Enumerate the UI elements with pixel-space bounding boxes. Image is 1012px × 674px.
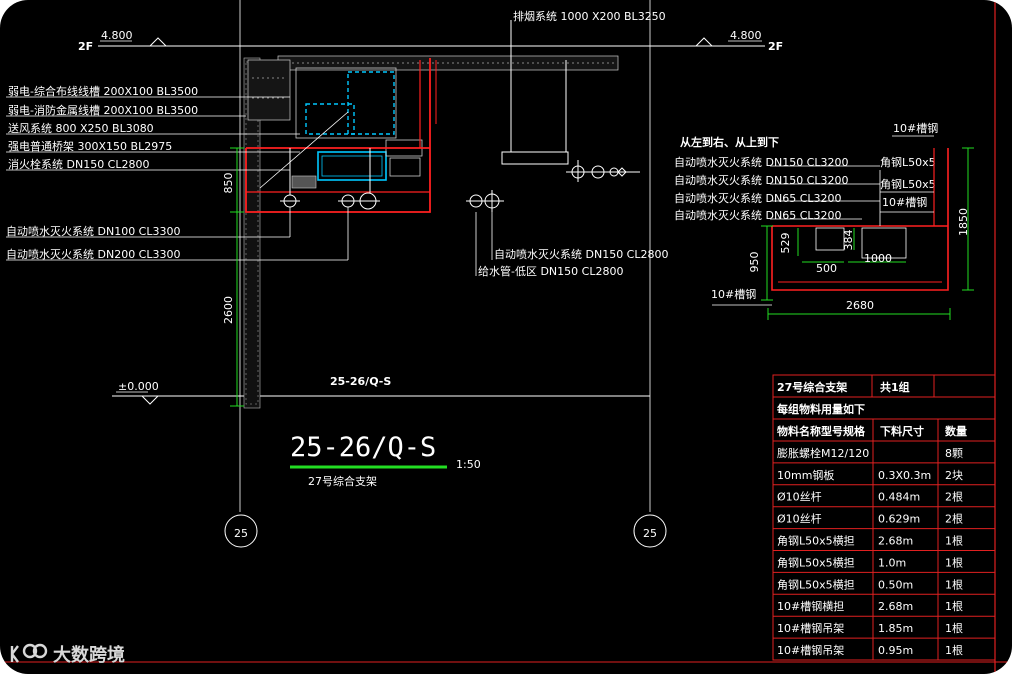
table-cell-r8-c0: 10#槽钢吊架: [777, 622, 844, 635]
dimension-2600: 2600: [222, 296, 235, 324]
table-cell-r6-c2: 1根: [945, 577, 963, 591]
dimension-500: 500: [816, 262, 837, 275]
table-cell-r4-c0: 角钢L50x5横担: [777, 534, 855, 548]
smoke-exhaust-label: 排烟系统 1000 X200 BL3250: [513, 9, 666, 23]
dimension-950: 950: [748, 252, 761, 273]
lower-left-label-2: 自动喷水灭火系统 DN200 CL3300: [6, 248, 181, 261]
section-subtitle: 27号综合支架: [308, 474, 377, 488]
lower-left-label-1: 自动喷水灭火系统 DN100 CL3300: [6, 225, 181, 238]
elevation-value-ground: ±0.000: [118, 380, 159, 393]
elevation-mark-right: 2F 4.800: [650, 29, 783, 53]
table-title: 27号综合支架: [777, 380, 847, 394]
table-cell-r3-c2: 2根: [945, 512, 963, 526]
table-cell-r5-c0: 角钢L50x5横担: [777, 555, 855, 569]
detail-label-4: 自动喷水灭火系统 DN65 CL3200: [674, 209, 842, 222]
dimension-529: 529: [779, 233, 792, 254]
table-cell-r3-c0: Ø10丝杆: [777, 512, 822, 526]
elevation-value-right: 4.800: [730, 29, 762, 42]
table-cell-r6-c0: 角钢L50x5横担: [777, 577, 855, 591]
detail-header: 从左到右、从上到下: [680, 135, 779, 149]
material-table: 膨胀螺栓M12/120 8颗 10mm钢板 0.3X0.3m 2块 Ø10丝杆 0.484m…: [772, 374, 996, 661]
table-header-size: 下料尺寸: [880, 424, 924, 438]
grid-bubble-left: 25: [224, 514, 258, 548]
left-label-2: 弱电-消防金属线槽 200X100 BL3500: [8, 103, 198, 117]
cad-canvas: 2F 4.800 2F 4.800 ±0.000 25 25 850 2600 …: [0, 0, 1012, 674]
pipe-row-right: [566, 160, 640, 182]
detail-note-channel-bottom: 10#槽钢: [711, 288, 756, 301]
elevation-mark-left: 2F 4.800: [78, 29, 650, 53]
dimension-1000: 1000: [864, 252, 892, 265]
detail-note-angle-1: 角钢L50x5: [880, 156, 936, 169]
left-label-3: 送风系统 800 X250 BL3080: [8, 121, 154, 135]
table-cell-r9-c0: 10#槽钢吊架: [777, 644, 844, 657]
table-cell-r2-c0: Ø10丝杆: [777, 490, 822, 504]
elevation-value-left: 4.800: [101, 29, 133, 42]
grid-axis-left-label: 25: [234, 527, 248, 540]
detail-label-3: 自动喷水灭火系统 DN65 CL3200: [674, 192, 842, 205]
grid-bubble-right: 25: [633, 514, 667, 548]
table-cell-r1-c0: 10mm钢板: [777, 468, 834, 482]
floor-slab: [247, 55, 619, 121]
table-header-name: 物料名称型号规格: [777, 424, 866, 438]
left-label-5: 消火栓系统 DN150 CL2800: [8, 157, 150, 171]
air-supply-duct: [317, 151, 387, 181]
table-cell-r0-c2: 8颗: [945, 447, 963, 460]
left-label-1: 弱电-综合布线线槽 200X100 BL3500: [8, 84, 198, 98]
table-cell-r9-c1: 0.95m: [878, 644, 913, 657]
floor-label-right: 2F: [768, 40, 783, 53]
section-scale: 1:50: [456, 458, 481, 471]
table-note: 每组物料用量如下: [777, 402, 865, 416]
watermark-text: 大数跨境: [53, 644, 125, 666]
section-title: 25-26/Q-S: [290, 432, 436, 463]
smoke-exhaust-duct: [295, 67, 397, 139]
center-label-2: 给水管-低区 DN150 CL2800: [478, 264, 623, 278]
table-cell-r9-c2: 1根: [945, 643, 963, 657]
table-cell-r7-c1: 2.68m: [878, 600, 913, 613]
table-cell-r0-c0: 膨胀螺栓M12/120: [777, 446, 869, 460]
detail-label-1: 自动喷水灭火系统 DN150 CL3200: [674, 156, 849, 169]
table-cell-r4-c1: 2.68m: [878, 535, 913, 548]
detail-note-channel-mid: 10#槽钢: [882, 196, 927, 209]
table-cell-r5-c1: 1.0m: [878, 556, 906, 569]
table-cell-r5-c2: 1根: [945, 555, 963, 569]
table-cell-r3-c1: 0.629m: [878, 513, 920, 526]
table-header-qty: 数量: [945, 424, 967, 438]
left-label-4: 强电普通桥架 300X150 BL2975: [8, 139, 172, 153]
table-cell-r1-c1: 0.3X0.3m: [878, 469, 931, 482]
detail-label-2: 自动喷水灭火系统 DN150 CL3200: [674, 174, 849, 187]
dimension-2680: 2680: [846, 299, 874, 312]
cad-drawing-viewport: 2F 4.800 2F 4.800 ±0.000 25 25 850 2600 …: [0, 0, 1012, 674]
detail-note-channel-top: 10#槽钢: [893, 122, 938, 135]
table-cell-r4-c2: 1根: [945, 534, 963, 548]
center-label-1: 自动喷水灭火系统 DN150 CL2800: [494, 248, 669, 261]
dimension-384: 384: [842, 230, 855, 251]
detail-note-angle-2: 角钢L50x5: [880, 178, 936, 191]
brand-logo-icon: [10, 645, 19, 663]
table-cell-r6-c1: 0.50m: [878, 578, 913, 591]
brand-watermark: 大数跨境: [10, 643, 125, 666]
table-group: 共1组: [880, 380, 910, 394]
table-cell-r8-c1: 1.85m: [878, 622, 913, 635]
table-cell-r8-c2: 1根: [945, 621, 963, 635]
center-hanger: [466, 20, 569, 212]
floor-label-left: 2F: [78, 40, 93, 53]
grid-axis-right-label: 25: [643, 527, 657, 540]
table-cell-r2-c1: 0.484m: [878, 491, 920, 504]
table-cell-r7-c2: 1根: [945, 599, 963, 613]
dimension-850: 850: [222, 173, 235, 194]
section-label-small: 25-26/Q-S: [330, 375, 391, 388]
table-cell-r7-c0: 10#槽钢横担: [777, 599, 844, 613]
table-cell-r1-c2: 2块: [945, 469, 963, 482]
dimension-1850: 1850: [957, 208, 970, 236]
table-cell-r2-c2: 2根: [945, 490, 963, 504]
